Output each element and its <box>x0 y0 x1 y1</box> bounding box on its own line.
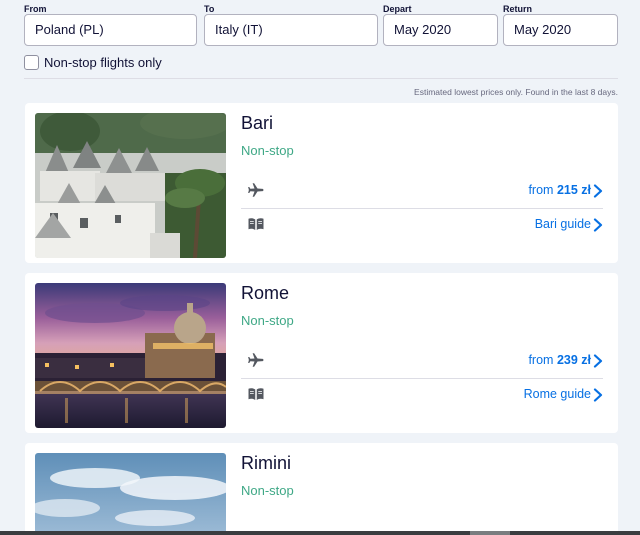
city-name[interactable]: Bari <box>241 113 273 134</box>
scrollbar-thumb[interactable] <box>470 531 510 535</box>
price-disclaimer: Estimated lowest prices only. Found in t… <box>414 87 618 97</box>
nonstop-only-label: Non-stop flights only <box>44 54 162 70</box>
flight-price-link[interactable]: from 239 zł <box>241 343 603 379</box>
return-label: Return <box>503 4 532 14</box>
search-bar: From Poland (PL) To Italy (IT) Depart Ma… <box>0 0 640 98</box>
chevron-right-icon <box>593 184 603 198</box>
destination-card-rimini[interactable]: Rimini Non-stop <box>25 443 618 535</box>
book-icon <box>248 218 264 230</box>
guide-link-text[interactable]: Rome guide <box>524 387 591 401</box>
nonstop-tag: Non-stop <box>241 143 294 158</box>
horizontal-scrollbar[interactable] <box>0 531 640 535</box>
nonstop-tag: Non-stop <box>241 313 294 328</box>
destination-photo[interactable] <box>35 283 226 428</box>
nonstop-tag: Non-stop <box>241 483 294 498</box>
nonstop-only-toggle[interactable]: Non-stop flights only <box>24 53 162 71</box>
plane-icon <box>248 353 264 367</box>
chevron-right-icon <box>593 218 603 232</box>
destination-photo[interactable] <box>35 113 226 258</box>
return-input[interactable]: May 2020 <box>503 14 618 46</box>
guide-link-text[interactable]: Bari guide <box>535 217 591 231</box>
depart-input[interactable]: May 2020 <box>383 14 498 46</box>
destination-card-bari[interactable]: Bari Non-stop from 215 zł Bari guide <box>25 103 618 263</box>
from-label: From <box>24 4 47 14</box>
chevron-right-icon <box>593 388 603 402</box>
chevron-right-icon <box>593 354 603 368</box>
destination-photo[interactable] <box>35 453 226 535</box>
city-name[interactable]: Rome <box>241 283 289 304</box>
flight-price-link[interactable]: from 215 zł <box>241 173 603 209</box>
city-name[interactable]: Rimini <box>241 453 291 474</box>
to-label: To <box>204 4 215 14</box>
city-guide-link[interactable]: Bari guide <box>241 209 603 241</box>
from-input[interactable]: Poland (PL) <box>24 14 197 46</box>
book-icon <box>248 388 264 400</box>
to-input[interactable]: Italy (IT) <box>204 14 378 46</box>
city-guide-link[interactable]: Rome guide <box>241 379 603 411</box>
destination-card-rome[interactable]: Rome Non-stop from 239 zł Rome guide <box>25 273 618 433</box>
price-link-text[interactable]: from 215 zł <box>528 183 591 197</box>
plane-icon <box>248 183 264 197</box>
price-link-text[interactable]: from 239 zł <box>528 353 591 367</box>
divider <box>24 78 618 79</box>
nonstop-only-checkbox[interactable] <box>24 54 39 70</box>
depart-label: Depart <box>383 4 412 14</box>
